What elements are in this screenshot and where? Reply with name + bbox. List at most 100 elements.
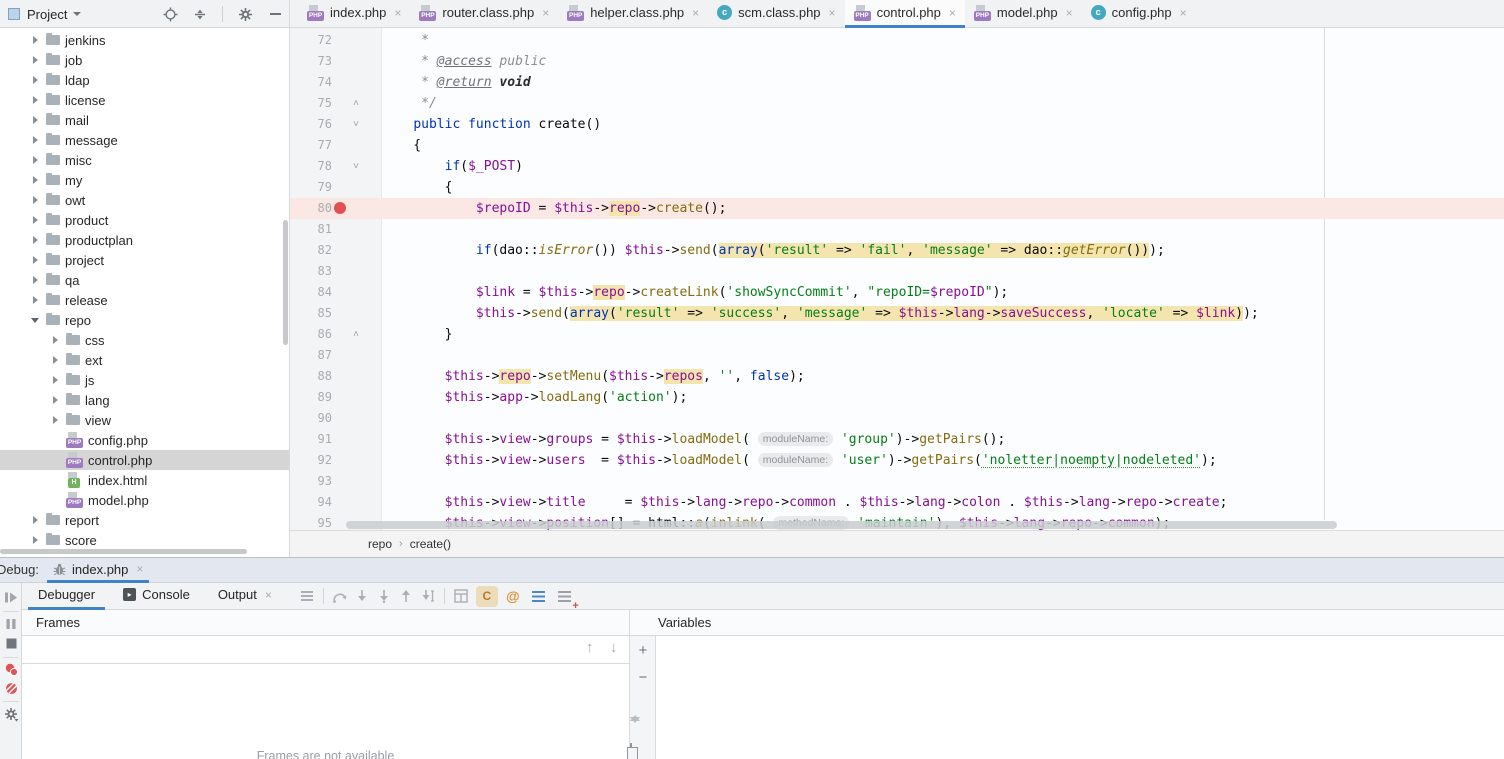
code-line-89[interactable]: 89 $this->app->loadLang('action');: [290, 387, 1504, 408]
mute-breakpoints-button[interactable]: [5, 682, 18, 695]
tree-expand-arrow[interactable]: [28, 536, 42, 544]
project-tree-horizontal-scrollbar[interactable]: [0, 549, 247, 554]
line-number-80[interactable]: 80: [290, 198, 332, 219]
code-text[interactable]: $this->view->users = $this->loadModel( m…: [382, 450, 1217, 471]
code-text[interactable]: }: [382, 324, 452, 345]
tree-item-message[interactable]: message: [0, 130, 289, 150]
tree-item-repo[interactable]: repo: [0, 310, 289, 330]
step-over-icon[interactable]: [329, 585, 351, 607]
code-text[interactable]: $this->send(array('result' => 'success',…: [382, 303, 1259, 324]
view-breakpoints-button[interactable]: [5, 663, 18, 676]
line-number-93[interactable]: 93: [290, 471, 332, 492]
code-line-90[interactable]: 90: [290, 408, 1504, 429]
collapse-all-icon[interactable]: [192, 6, 208, 22]
code-text[interactable]: $this->view->title = $this->lang->repo->…: [382, 492, 1227, 513]
line-number-86[interactable]: 86: [290, 324, 332, 345]
code-text[interactable]: if($_POST): [382, 156, 523, 177]
code-line-94[interactable]: 94 $this->view->title = $this->lang->rep…: [290, 492, 1504, 513]
show-execution-order-icon[interactable]: [528, 585, 550, 607]
frames-list[interactable]: Frames are not available: [22, 664, 630, 759]
code-text[interactable]: public function create(): [382, 114, 601, 135]
tree-expand-arrow[interactable]: [28, 56, 42, 64]
line-number-77[interactable]: 77: [290, 135, 332, 156]
line-number-87[interactable]: 87: [290, 345, 332, 366]
tree-item-score[interactable]: score: [0, 530, 289, 550]
tree-expand-arrow[interactable]: [28, 116, 42, 124]
code-line-93[interactable]: 93: [290, 471, 1504, 492]
variables-list[interactable]: Variables are not available: [656, 636, 1504, 759]
code-line-76[interactable]: 76 ˅ public function create(): [290, 114, 1504, 135]
tree-item-model.php[interactable]: PHPmodel.php: [0, 490, 289, 510]
fold-marker-icon[interactable]: ˄: [353, 93, 359, 114]
tree-item-misc[interactable]: misc: [0, 150, 289, 170]
editor-tab-router.class.php[interactable]: PHProuter.class.php×: [410, 0, 558, 28]
code-line-75[interactable]: 75˄ */: [290, 93, 1504, 114]
project-tree-panel[interactable]: jenkinsjobldaplicensemailmessagemiscmyow…: [0, 28, 290, 557]
tree-item-index.html[interactable]: Hindex.html: [0, 470, 289, 490]
tree-item-view[interactable]: view: [0, 410, 289, 430]
frame-up-icon[interactable]: ↑: [586, 639, 594, 656]
move-up-button[interactable]: [630, 700, 656, 715]
tree-item-product[interactable]: product: [0, 210, 289, 230]
line-number-78[interactable]: 78: [290, 156, 332, 177]
line-number-85[interactable]: 85: [290, 303, 332, 324]
code-line-78[interactable]: 78˅ if($_POST): [290, 156, 1504, 177]
fold-marker-icon[interactable]: ˅: [353, 114, 359, 135]
code-text[interactable]: $repoID = $this->repo->create();: [382, 198, 726, 219]
code-line-74[interactable]: 74 * @return void: [290, 72, 1504, 93]
breadcrumb-item-repo[interactable]: repo: [368, 537, 392, 551]
editor-tab-model.php[interactable]: PHPmodel.php×: [965, 0, 1082, 28]
add-watch-button[interactable]: +: [630, 643, 656, 659]
code-line-77[interactable]: 77 {: [290, 135, 1504, 156]
tree-item-jenkins[interactable]: jenkins: [0, 30, 289, 50]
breakpoint-icon[interactable]: [334, 202, 346, 214]
code-text[interactable]: * @return void: [382, 72, 531, 93]
project-tree-vertical-scrollbar[interactable]: [283, 220, 288, 345]
tree-item-control.php[interactable]: PHPcontrol.php: [0, 450, 289, 470]
chevron-down-icon[interactable]: [73, 12, 81, 16]
tree-expand-arrow[interactable]: [48, 356, 62, 364]
code-line-73[interactable]: 73 * @access public: [290, 51, 1504, 72]
tree-expand-arrow[interactable]: [28, 96, 42, 104]
close-icon[interactable]: ×: [1066, 6, 1073, 20]
line-number-76[interactable]: 76: [290, 114, 332, 135]
evaluate-expression-icon[interactable]: [450, 585, 472, 607]
code-text[interactable]: */: [382, 93, 437, 114]
code-line-81[interactable]: 81: [290, 219, 1504, 240]
tree-item-job[interactable]: job: [0, 50, 289, 70]
add-watch-icon[interactable]: +: [554, 585, 576, 607]
tree-expand-arrow[interactable]: [28, 256, 42, 264]
settings-gear-icon[interactable]: [237, 6, 253, 22]
editor-tab-helper.class.php[interactable]: PHPhelper.class.php×: [558, 0, 708, 28]
close-icon[interactable]: ×: [136, 562, 143, 576]
line-number-82[interactable]: 82: [290, 240, 332, 261]
tab-debugger[interactable]: Debugger: [28, 583, 105, 610]
run-to-cursor-icon[interactable]: [417, 585, 439, 607]
code-line-83[interactable]: 83: [290, 261, 1504, 282]
line-number-88[interactable]: 88: [290, 366, 332, 387]
code-line-72[interactable]: 72 *: [290, 30, 1504, 51]
tree-expand-arrow[interactable]: [48, 416, 62, 424]
close-icon[interactable]: ×: [1180, 6, 1187, 20]
code-line-87[interactable]: 87: [290, 345, 1504, 366]
code-text[interactable]: if(dao::isError()) $this->send(array('re…: [382, 240, 1165, 261]
debug-session-tab[interactable]: index.php ×: [47, 558, 149, 583]
close-icon[interactable]: ×: [829, 6, 836, 20]
tree-expand-arrow[interactable]: [28, 156, 42, 164]
thread-selector-combo[interactable]: ↑ ↓: [22, 636, 630, 664]
editor-tab-config.php[interactable]: cconfig.php×: [1082, 0, 1196, 28]
tree-item-my[interactable]: my: [0, 170, 289, 190]
locate-file-icon[interactable]: [162, 6, 178, 22]
close-icon[interactable]: ×: [542, 6, 549, 20]
editor-horizontal-scrollbar[interactable]: [346, 521, 1337, 529]
remove-watch-button[interactable]: −: [630, 670, 656, 686]
code-line-91[interactable]: 91 $this->view->groups = $this->loadMode…: [290, 429, 1504, 450]
line-number-89[interactable]: 89: [290, 387, 332, 408]
step-out-icon[interactable]: [395, 585, 417, 607]
force-step-into-icon[interactable]: [373, 585, 395, 607]
tree-item-js[interactable]: js: [0, 370, 289, 390]
frame-down-icon[interactable]: ↓: [610, 639, 618, 656]
code-line-80[interactable]: 80 $repoID = $this->repo->create();: [290, 198, 1504, 219]
line-number-83[interactable]: 83: [290, 261, 332, 282]
tree-item-lang[interactable]: lang: [0, 390, 289, 410]
